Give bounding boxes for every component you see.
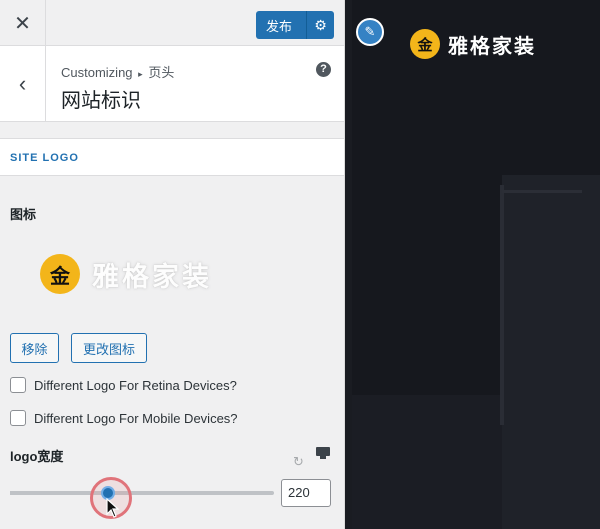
breadcrumb-parent: Customizing [61,65,133,80]
help-icon[interactable]: ? [316,62,331,77]
customizer-topbar: ✕ 发布 ⚙ [0,0,344,46]
logo-wordmark: 雅格家装 [92,261,212,292]
section-heading-label: SITE LOGO [10,152,79,164]
preview-background-shape [502,190,582,193]
change-logo-button[interactable]: 更改图标 [71,333,147,363]
logo-field-label: 图标 [10,207,37,222]
retina-logo-option[interactable]: Different Logo For Retina Devices? [10,377,237,393]
mobile-logo-label[interactable]: Different Logo For Mobile Devices? [34,411,238,426]
logo-width-input[interactable]: 220 [281,479,331,507]
preview-logo-coin-icon: 金 [410,29,440,59]
close-icon[interactable]: ✕ [0,0,46,46]
retina-logo-checkbox[interactable] [10,377,26,393]
mobile-logo-option[interactable]: Different Logo For Mobile Devices? [10,410,238,426]
mobile-logo-checkbox[interactable] [10,410,26,426]
device-screen [316,447,330,456]
customizer-panel: ✕ 发布 ⚙ ‹ Customizing ▸ 页头 网站标识 ? SITE LO… [0,0,345,529]
site-preview [352,0,600,529]
pencil-icon[interactable]: ✎ [356,18,384,46]
desktop-device-icon[interactable] [316,447,330,459]
reset-icon[interactable]: ↻ [293,454,304,470]
logo-thumbnail: 金 雅格家装 [40,254,212,294]
section-header: ‹ Customizing ▸ 页头 网站标识 ? [0,46,344,122]
preview-site-logo[interactable]: 金 雅格家装 [410,29,536,59]
preview-background-shape [500,185,504,425]
preview-background-shape [502,175,600,529]
logo-width-slider[interactable] [10,491,274,495]
publish-label[interactable]: 发布 [256,16,306,35]
retina-logo-label[interactable]: Different Logo For Retina Devices? [34,378,237,393]
preview-logo-wordmark: 雅格家装 [448,35,536,58]
site-logo-section-heading: SITE LOGO [0,138,344,176]
page-title: 网站标识 [61,88,141,112]
device-stand [320,456,326,459]
logo-coin-icon: 金 [40,254,80,294]
logo-width-label: logo宽度 [10,449,64,464]
remove-logo-button[interactable]: 移除 [10,333,59,363]
publish-button[interactable]: 发布 ⚙ [256,11,334,39]
mouse-cursor-icon [106,498,120,518]
breadcrumb: Customizing ▸ 页头 [61,62,174,81]
breadcrumb-arrow-icon: ▸ [138,69,143,79]
back-chevron-icon[interactable]: ‹ [0,46,46,122]
breadcrumb-child: 页头 [148,65,175,80]
gear-icon[interactable]: ⚙ [307,17,334,34]
